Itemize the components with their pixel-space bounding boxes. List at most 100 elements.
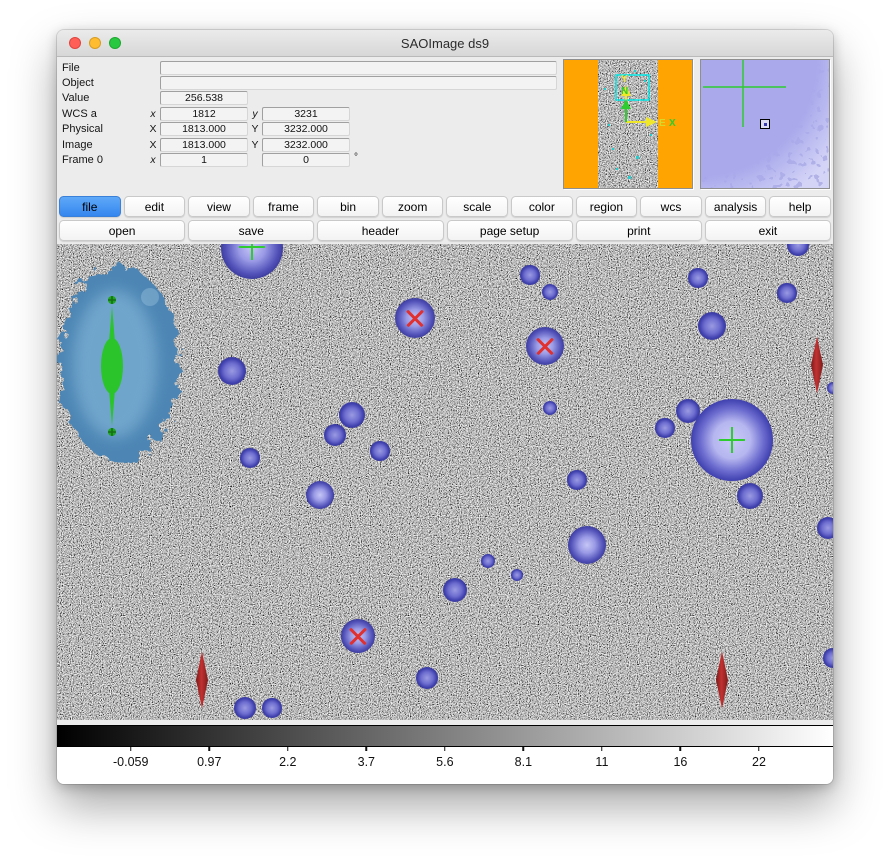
ds9-window: SAOImage ds9 File Object Value 256.538WCS a… xyxy=(57,30,833,784)
magnifier[interactable] xyxy=(700,59,830,189)
info-field[interactable]: 1 xyxy=(160,153,248,167)
compass-east-label: E xyxy=(659,118,666,129)
filemenu-button-page-setup[interactable]: page setup xyxy=(447,220,573,241)
colorbar-tick-label: 22 xyxy=(752,755,766,769)
info-row-label: Value xyxy=(62,92,146,104)
star-source xyxy=(827,382,833,394)
colorbar-tick xyxy=(680,747,682,751)
menu-button-zoom[interactable]: zoom xyxy=(382,196,444,217)
info-row: PhysicalX1813.000Y3232.000 xyxy=(62,122,563,137)
menu-button-scale[interactable]: scale xyxy=(446,196,508,217)
info-row-label: File xyxy=(62,62,146,74)
star-source xyxy=(443,578,467,602)
info-field[interactable]: 1813.000 xyxy=(160,138,248,152)
star-source xyxy=(520,265,539,284)
coord-axis-label: Y xyxy=(248,139,262,151)
info-field[interactable] xyxy=(160,61,557,75)
region-marker-plus[interactable] xyxy=(239,244,265,260)
info-field[interactable]: 1812 xyxy=(160,107,248,121)
menu-button-edit[interactable]: edit xyxy=(124,196,186,217)
info-field[interactable]: 3231 xyxy=(262,107,350,121)
filemenu-button-exit[interactable]: exit xyxy=(705,220,831,241)
star-source xyxy=(511,569,523,581)
info-row-label: Physical xyxy=(62,123,146,135)
info-row-label: Object xyxy=(62,77,146,89)
filemenu-button-open[interactable]: open xyxy=(59,220,185,241)
menu-button-file[interactable]: file xyxy=(59,196,121,217)
info-field[interactable]: 0 xyxy=(262,153,350,167)
star-source xyxy=(823,648,833,667)
degree-suffix: ° xyxy=(354,152,358,163)
info-bar: FileObjectValue256.538WCS ax1812y3231Phy… xyxy=(57,57,833,193)
desktop: SAOImage ds9 File Object Value 256.538WCS a… xyxy=(0,0,889,862)
compass-x-label: X xyxy=(669,118,676,129)
colorbar-tick-label: 3.7 xyxy=(358,755,375,769)
panner[interactable]: Y N E X xyxy=(563,59,693,189)
filemenu-button-save[interactable]: save xyxy=(188,220,314,241)
titlebar[interactable]: SAOImage ds9 xyxy=(57,30,833,57)
info-field[interactable]: 3232.000 xyxy=(262,122,350,136)
star-source xyxy=(370,441,389,460)
star-source xyxy=(777,283,796,302)
coord-axis-label: X xyxy=(146,139,160,151)
star-source xyxy=(655,418,674,437)
menu-button-help[interactable]: help xyxy=(769,196,831,217)
info-row-label: Image xyxy=(62,139,146,151)
star-source xyxy=(262,698,281,717)
window-title: SAOImage ds9 xyxy=(57,36,833,51)
colorbar-tick-label: 5.6 xyxy=(436,755,453,769)
colorbar-tick xyxy=(444,747,446,751)
compass-y-label: Y xyxy=(621,74,628,85)
saturated-galaxy xyxy=(57,254,207,484)
file-menu-row: opensaveheaderpage setupprintexit xyxy=(59,220,831,241)
menu-button-region[interactable]: region xyxy=(576,196,638,217)
colorbar-tick-label: 2.2 xyxy=(279,755,296,769)
star-source xyxy=(240,448,259,467)
coord-axis-label: x xyxy=(146,108,160,120)
image-display[interactable] xyxy=(57,244,833,720)
magnifier-cursor-box xyxy=(760,119,770,129)
region-marker-xmark[interactable] xyxy=(404,307,426,329)
menu-button-frame[interactable]: frame xyxy=(253,196,315,217)
info-field[interactable]: 3232.000 xyxy=(262,138,350,152)
colorbar-tick-label: 0.97 xyxy=(197,755,221,769)
info-field[interactable]: 1813.000 xyxy=(160,122,248,136)
menu-row: fileeditviewframebinzoomscalecolorregion… xyxy=(59,196,831,217)
info-row: Object xyxy=(62,75,563,90)
region-marker-xmark[interactable] xyxy=(534,335,556,357)
star-source xyxy=(568,526,606,564)
coord-axis-label: Y xyxy=(248,123,262,135)
star-source xyxy=(817,517,833,539)
star-source xyxy=(234,697,256,719)
info-row: Value 256.538 xyxy=(62,91,563,106)
colorbar-tick xyxy=(366,747,368,751)
region-marker-plus[interactable] xyxy=(719,427,745,453)
colorbar-tick-label: -0.059 xyxy=(113,755,148,769)
menu-button-view[interactable]: view xyxy=(188,196,250,217)
info-panel-rows: FileObjectValue256.538WCS ax1812y3231Phy… xyxy=(57,57,563,193)
menu-button-bin[interactable]: bin xyxy=(317,196,379,217)
colorbar-tick xyxy=(601,747,603,751)
info-field[interactable] xyxy=(160,76,557,90)
menu-button-color[interactable]: color xyxy=(511,196,573,217)
info-row: Frame 0x10° xyxy=(62,152,563,167)
info-field[interactable]: 256.538 xyxy=(160,91,248,105)
filemenu-button-print[interactable]: print xyxy=(576,220,702,241)
star-source xyxy=(324,424,346,446)
menu-button-wcs[interactable]: wcs xyxy=(640,196,702,217)
info-row: ImageX1813.000Y3232.000 xyxy=(62,137,563,152)
colorbar-gradient[interactable] xyxy=(57,725,833,747)
star-source xyxy=(416,667,438,689)
colorbar-tick xyxy=(209,747,211,751)
filemenu-button-header[interactable]: header xyxy=(317,220,443,241)
info-row: WCS ax1812y3231 xyxy=(62,106,563,121)
info-row: File xyxy=(62,60,563,75)
menu-button-analysis[interactable]: analysis xyxy=(705,196,767,217)
colorbar-tick-label: 8.1 xyxy=(515,755,532,769)
region-marker-xmark[interactable] xyxy=(347,625,369,647)
coord-axis-label: X xyxy=(146,123,160,135)
compass-north-label: N xyxy=(621,86,628,97)
colorbar-footer: -0.0590.972.23.75.68.1111622 xyxy=(57,725,833,784)
colorbar-tick-label: 16 xyxy=(673,755,687,769)
info-row-label: Frame 0 xyxy=(62,154,146,166)
